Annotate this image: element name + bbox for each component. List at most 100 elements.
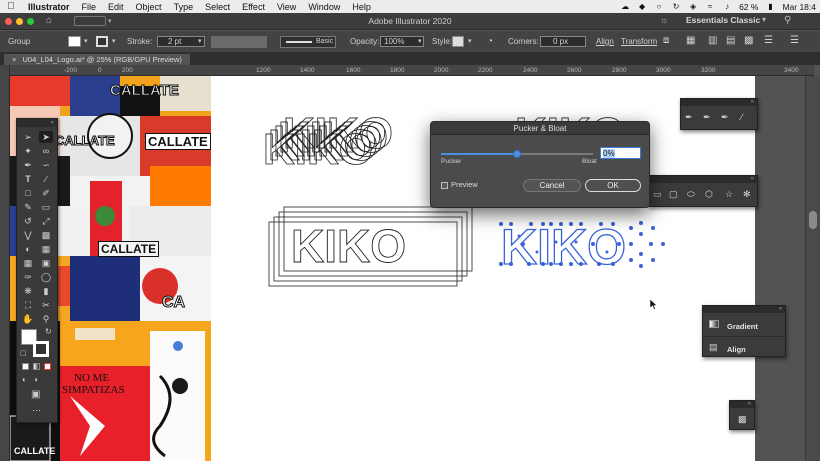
dropbox-icon[interactable]: ◆ xyxy=(637,2,647,11)
sync-icon[interactable]: ↻ xyxy=(671,2,681,11)
panel-header[interactable]: » xyxy=(703,306,785,313)
shield-icon[interactable]: ◈ xyxy=(688,2,698,11)
stroke-color-icon[interactable] xyxy=(33,341,49,357)
cancel-button[interactable]: Cancel xyxy=(523,179,581,192)
pucker-bloat-value-input[interactable]: 0% xyxy=(600,147,641,159)
brushes-panel[interactable]: » ✒ ✒ ✒ ∕ xyxy=(680,98,758,130)
brush-icon[interactable]: ✒ xyxy=(685,112,693,123)
magic-wand-tool-icon[interactable]: ✦ xyxy=(21,145,35,157)
lasso-tool-icon[interactable]: ∞ xyxy=(39,145,53,157)
align-center-icon[interactable]: ▤ xyxy=(726,35,735,46)
rectangle-shape-icon[interactable]: ▭ xyxy=(653,189,662,200)
zoom-tool-icon[interactable]: ⚲ xyxy=(39,313,53,325)
hexagon-icon[interactable]: ⬡ xyxy=(705,189,713,200)
cloud-icon[interactable]: ☁ xyxy=(620,2,630,11)
rotate-tool-icon[interactable]: ↺ xyxy=(21,215,35,227)
mesh-tool-icon[interactable]: ▦ xyxy=(21,257,35,269)
artboard-tool-icon[interactable]: ⛶ xyxy=(21,299,35,311)
panel-header[interactable]: » xyxy=(681,99,757,106)
opacity-chevron-icon[interactable]: ▾ xyxy=(418,37,422,45)
curvature-tool-icon[interactable]: ∽ xyxy=(39,159,53,171)
apple-icon[interactable]:  xyxy=(0,1,22,12)
select-similar-icon[interactable]: ⧈ xyxy=(663,35,669,46)
fill-chevron-icon[interactable]: ▾ xyxy=(84,37,88,45)
rectangle-tool-icon[interactable]: □ xyxy=(21,187,35,199)
tools-panel[interactable]: » ➢ ➤ ✦ ∞ ✒ ∽ T ∕ □ ✐ ✎ ▭ ↺ ⤢ ⋁ ▩ ◐ ▦ ▦ … xyxy=(16,118,58,423)
menu-object[interactable]: Object xyxy=(130,2,168,12)
isolate-icon[interactable]: ▦ xyxy=(686,35,695,46)
vertical-scrollbar[interactable] xyxy=(805,76,820,461)
shaper-tool-icon[interactable]: ✎ xyxy=(21,201,35,213)
hand-tool-icon[interactable]: ✋ xyxy=(21,313,35,325)
menu-type[interactable]: Type xyxy=(168,2,200,12)
pucker-bloat-slider-knob[interactable] xyxy=(513,150,521,158)
draw-mode-icon[interactable]: ◐ xyxy=(22,375,27,384)
menu-illustrator[interactable]: Illustrator xyxy=(22,2,76,12)
line-tool-icon[interactable]: ∕ xyxy=(39,173,53,185)
menu-edit[interactable]: Edit xyxy=(102,2,130,12)
stroke-chevron-icon[interactable]: ▾ xyxy=(112,37,116,45)
variable-width-field[interactable] xyxy=(211,36,267,48)
direct-selection-tool-icon[interactable]: ➤ xyxy=(39,131,53,143)
slice-tool-icon[interactable]: ✂ xyxy=(39,299,53,311)
scrollbar-thumb[interactable] xyxy=(809,211,817,229)
close-tab-icon[interactable]: × xyxy=(12,55,16,64)
workspace-chevron-icon[interactable]: ▾ xyxy=(762,15,766,24)
column-graph-tool-icon[interactable]: ▮ xyxy=(39,285,53,297)
none-mode-icon[interactable] xyxy=(44,363,51,370)
align-panel-tab[interactable]: Align xyxy=(727,345,746,354)
stroke-swatch[interactable] xyxy=(96,36,108,47)
menu-effect[interactable]: Effect xyxy=(236,2,271,12)
battery-icon[interactable]: ▮ xyxy=(765,2,775,11)
distribute-icon[interactable]: ▩ xyxy=(744,35,753,46)
free-transform-tool-icon[interactable]: ▩ xyxy=(39,229,53,241)
color-mode-icon[interactable] xyxy=(22,363,29,370)
menu-window[interactable]: Window xyxy=(302,2,346,12)
vertical-ruler[interactable] xyxy=(0,65,10,461)
symbol-sprayer-tool-icon[interactable]: ❋ xyxy=(21,285,35,297)
tools-panel-header[interactable]: » xyxy=(17,119,57,127)
gradient-align-panel[interactable]: » Gradient ▤ Align xyxy=(702,305,787,357)
panel-menu-icon[interactable]: ☰ xyxy=(790,35,799,46)
graphic-style-swatch[interactable] xyxy=(452,36,464,47)
paintbrush-tool-icon[interactable]: ✐ xyxy=(39,187,53,199)
properties-icon[interactable]: ☰ xyxy=(764,35,773,46)
screen-mode-icon[interactable]: ▣ xyxy=(31,389,40,400)
brush-icon[interactable]: ✒ xyxy=(721,112,729,123)
gradient-tool-icon[interactable]: ▣ xyxy=(39,257,53,269)
collapsed-panel[interactable]: » ▩ xyxy=(729,400,755,430)
brush-icon[interactable]: ✒ xyxy=(703,112,711,123)
ok-button[interactable]: OK xyxy=(585,179,641,192)
ellipse-icon[interactable]: ⬭ xyxy=(687,189,695,200)
swap-fill-stroke-icon[interactable]: ↻ xyxy=(45,327,52,336)
stroke-weight-chevron-icon[interactable]: ▾ xyxy=(198,37,202,45)
flare-icon[interactable]: ✻ xyxy=(743,189,751,200)
pen-tool-icon[interactable]: ✒ xyxy=(21,159,35,171)
search-icon[interactable]: ⚲ xyxy=(784,15,791,26)
perspective-grid-tool-icon[interactable]: ▦ xyxy=(39,243,53,255)
menu-select[interactable]: Select xyxy=(199,2,236,12)
gradient-panel-tab[interactable]: Gradient xyxy=(727,322,758,331)
star-icon[interactable]: ☆ xyxy=(725,189,733,200)
blend-tool-icon[interactable]: ◯ xyxy=(39,271,53,283)
align-icon[interactable]: ▤ xyxy=(709,342,718,353)
menu-file[interactable]: File xyxy=(76,2,103,12)
edit-toolbar-icon[interactable]: ⋯ xyxy=(32,405,41,416)
workspace-switcher[interactable]: Essentials Classic xyxy=(686,15,760,25)
gradient-icon[interactable] xyxy=(709,320,719,328)
preview-checkbox[interactable] xyxy=(441,182,448,189)
fill-swatch[interactable] xyxy=(68,36,81,47)
default-colors-icon[interactable]: ▢ xyxy=(20,349,27,357)
eyedropper-tool-icon[interactable]: ✑ xyxy=(21,271,35,283)
type-tool-icon[interactable]: T xyxy=(21,173,35,185)
recolor-icon[interactable]: ◔ xyxy=(487,36,493,47)
canvas-pasteboard[interactable] xyxy=(755,76,805,461)
shape-builder-tool-icon[interactable]: ◐ xyxy=(21,243,35,255)
artboards-icon[interactable]: ▩ xyxy=(738,414,747,425)
menu-help[interactable]: Help xyxy=(346,2,377,12)
eraser-tool-icon[interactable]: ▭ xyxy=(39,201,53,213)
scale-tool-icon[interactable]: ⤢ xyxy=(39,215,53,227)
pucker-bloat-dialog[interactable]: Pucker & Bloat 0% Pucker Bloat Preview C… xyxy=(430,121,650,208)
clock[interactable]: Mar 18:4 xyxy=(782,2,816,12)
align-left-icon[interactable]: ▥ xyxy=(708,35,717,46)
